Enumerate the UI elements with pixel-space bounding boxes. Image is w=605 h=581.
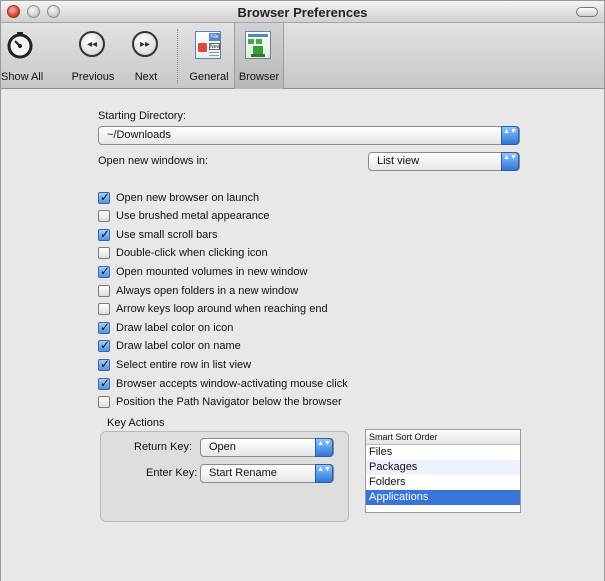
smart-sort-item[interactable]: Folders: [366, 475, 520, 490]
smart-sort-item[interactable]: Applications: [366, 490, 520, 505]
show-all-icon: [6, 31, 34, 59]
smart-sort-item[interactable]: Files: [366, 445, 520, 460]
window-title: Browser Preferences: [237, 5, 368, 20]
option-checkbox-row[interactable]: Draw label color on name: [98, 338, 241, 355]
browser-prefs-icon: [245, 31, 273, 59]
checkbox-unchecked[interactable]: [98, 396, 110, 409]
toolbar-next[interactable]: ▸▸ Next: [129, 23, 163, 89]
general-prefs-icon: File New: [195, 31, 223, 59]
return-key-label: Return Key:: [134, 441, 193, 453]
smart-sort-item[interactable]: Packages: [366, 460, 520, 475]
open-new-windows-value: List view: [377, 155, 420, 167]
smart-sort-items: Files Packages Folders Applications: [366, 445, 520, 505]
option-label: Use brushed metal appearance: [116, 210, 270, 223]
checkbox-unchecked[interactable]: [98, 247, 110, 260]
checkbox-checked[interactable]: [98, 227, 110, 241]
checkbox-checked[interactable]: [98, 190, 110, 204]
browser-label: Browser: [238, 71, 280, 83]
smart-sort-list[interactable]: Smart Sort Order Files Packages Folders App…: [365, 429, 521, 513]
option-label: Browser accepts window-activating mouse …: [116, 377, 348, 390]
general-label: General: [189, 71, 229, 83]
option-label: Draw label color on icon: [116, 321, 234, 334]
option-checkbox-row[interactable]: Browser accepts window-activating mouse …: [98, 375, 348, 392]
checkbox-unchecked[interactable]: [98, 210, 110, 223]
enter-key-label: Enter Key:: [146, 467, 198, 479]
starting-directory-label: Starting Directory:: [98, 110, 187, 122]
option-label: Use small scroll bars: [116, 228, 218, 241]
option-label: Draw label color on name: [116, 340, 241, 353]
option-label: Open mounted volumes in new window: [116, 265, 308, 278]
option-checkbox-row[interactable]: Arrow keys loop around when reaching end: [98, 301, 328, 318]
previous-icon: ◂◂: [79, 31, 107, 59]
toolbar-separator: [177, 29, 178, 83]
option-checkbox-row[interactable]: Use brushed metal appearance: [98, 208, 269, 225]
option-checkbox-row[interactable]: Draw label color on icon: [98, 319, 233, 336]
open-new-windows-popup[interactable]: List view ▲▼: [368, 152, 520, 171]
toolbar: Show All ◂◂ Previous ▸▸ Next File New Ge…: [1, 23, 604, 89]
option-checkbox-row[interactable]: Open mounted volumes in new window: [98, 263, 307, 280]
checkbox-unchecked[interactable]: [98, 284, 110, 297]
popup-arrows-icon: ▲▼: [501, 152, 519, 171]
option-label: Select entire row in list view: [116, 358, 252, 371]
previous-label: Previous: [71, 71, 115, 83]
return-key-value: Open: [209, 441, 236, 453]
next-label: Next: [134, 71, 158, 83]
toolbar-previous[interactable]: ◂◂ Previous: [71, 23, 115, 89]
option-checkbox-row[interactable]: Double-click when clicking icon: [98, 245, 268, 262]
key-actions-group: Return Key: Open ▲▼ Enter Key: Start Ren…: [100, 431, 349, 522]
toolbar-general[interactable]: File New General: [185, 23, 233, 89]
option-checkbox-row[interactable]: Position the Path Navigator below the br…: [98, 394, 342, 411]
enter-key-value: Start Rename: [209, 467, 277, 479]
next-icon: ▸▸: [132, 31, 160, 59]
title-bar: Browser Preferences: [1, 1, 604, 23]
popup-arrows-icon: ▲▼: [315, 438, 333, 457]
toolbar-show-all[interactable]: Show All: [1, 23, 44, 89]
checkbox-checked[interactable]: [98, 338, 110, 353]
starting-directory-popup[interactable]: ~/Downloads ▲▼: [98, 126, 520, 145]
option-checkbox-row[interactable]: Open new browser on launch: [98, 189, 259, 206]
option-label: Double-click when clicking icon: [116, 247, 268, 260]
toolbar-browser[interactable]: Browser: [234, 23, 284, 89]
open-new-windows-label: Open new windows in:: [98, 155, 209, 167]
option-checkbox-row[interactable]: Select entire row in list view: [98, 356, 251, 373]
starting-directory-value: ~/Downloads: [107, 129, 171, 141]
show-all-label: Show All: [1, 71, 44, 83]
option-label: Always open folders in a new window: [116, 284, 299, 297]
option-label: Arrow keys loop around when reaching end: [116, 303, 328, 316]
checkbox-checked[interactable]: [98, 357, 110, 371]
checkbox-checked[interactable]: [98, 264, 110, 278]
popup-arrows-icon: ▲▼: [501, 126, 519, 145]
option-label: Open new browser on launch: [116, 191, 260, 204]
preferences-pane: Starting Directory: ~/Downloads ▲▼ Open …: [1, 89, 604, 581]
option-checkbox-row[interactable]: Use small scroll bars: [98, 226, 217, 243]
popup-arrows-icon: ▲▼: [315, 464, 333, 483]
option-label: Position the Path Navigator below the br…: [116, 396, 342, 409]
checkbox-checked[interactable]: [98, 376, 110, 390]
toolbar-toggle-button[interactable]: [576, 7, 598, 17]
key-actions-title: Key Actions: [107, 417, 165, 429]
return-key-popup[interactable]: Open ▲▼: [200, 438, 334, 457]
enter-key-popup[interactable]: Start Rename ▲▼: [200, 464, 334, 483]
checkbox-checked[interactable]: [98, 320, 110, 334]
checkbox-unchecked[interactable]: [98, 303, 110, 316]
preferences-window: Browser Preferences Show All ◂◂ Previous: [0, 0, 605, 581]
option-checkbox-row[interactable]: Always open folders in a new window: [98, 282, 298, 299]
smart-sort-header[interactable]: Smart Sort Order: [366, 430, 520, 445]
